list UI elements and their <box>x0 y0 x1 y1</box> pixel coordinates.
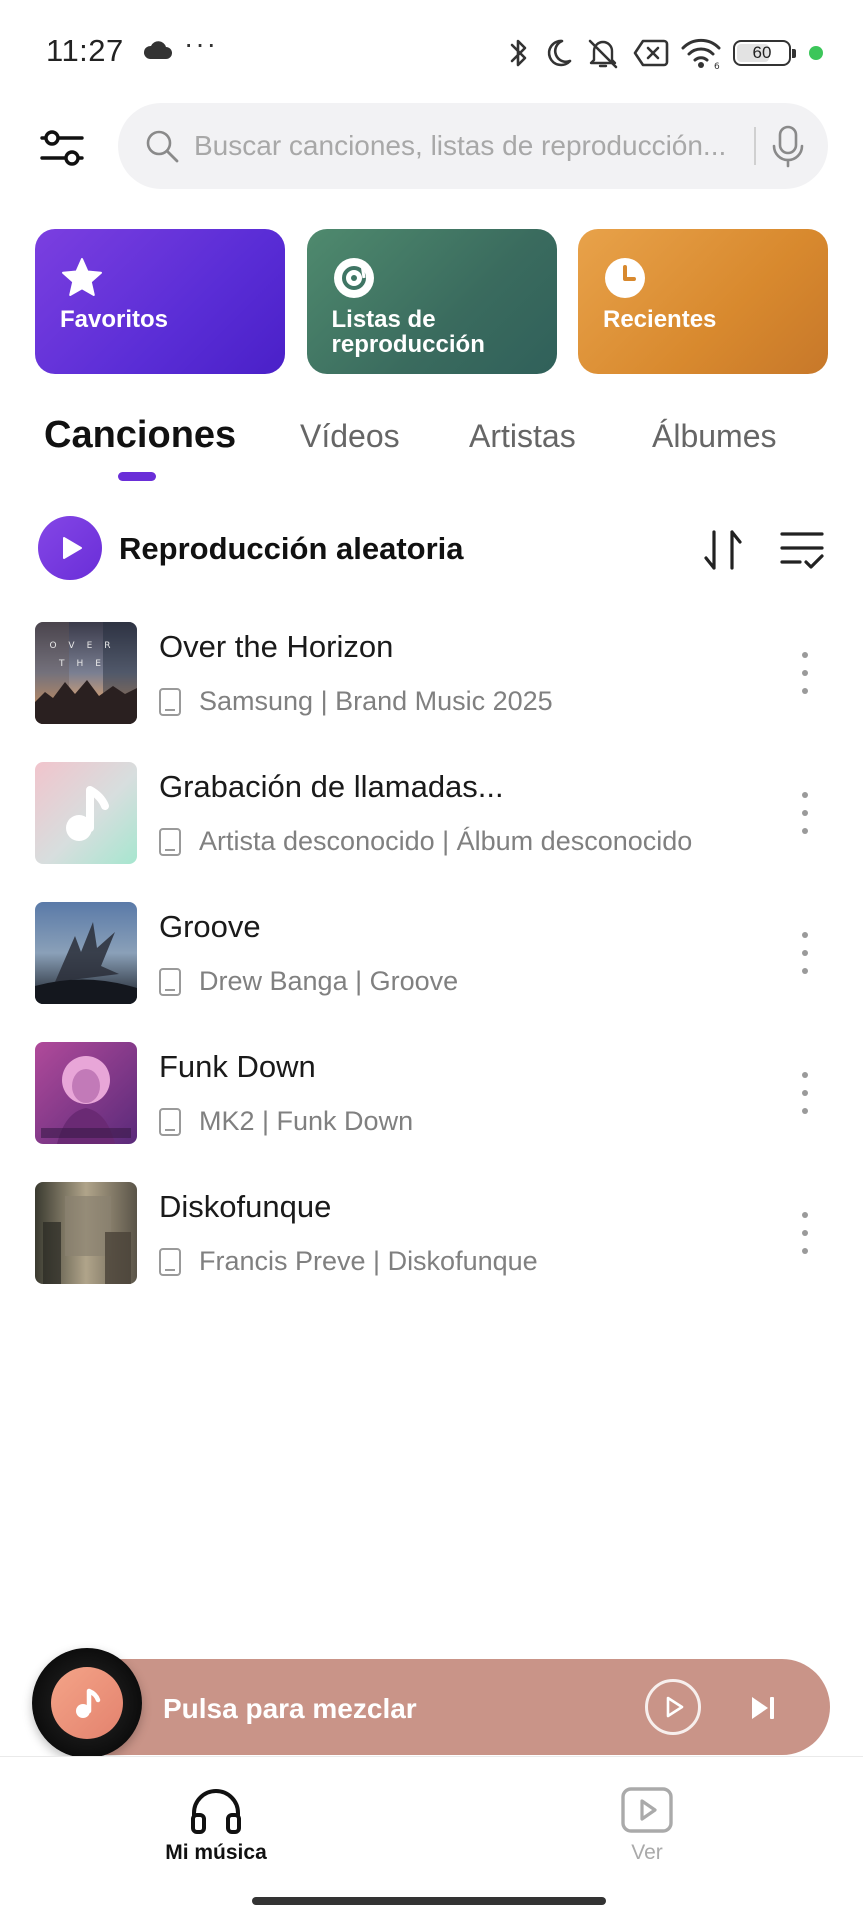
battery-icon: 60 <box>733 40 796 66</box>
mute-bell-icon <box>588 39 618 69</box>
song-meta: Samsung | Brand Music 2025 <box>159 686 553 717</box>
microphone-icon[interactable] <box>770 124 806 168</box>
song-title: Grabación de llamadas... <box>159 769 504 804</box>
svg-text:OVER: OVER <box>49 641 122 651</box>
song-meta: Artista desconocido | Álbum desconocido <box>159 826 692 857</box>
privacy-indicator-dot <box>809 46 823 60</box>
song-title: Groove <box>159 909 261 944</box>
recents-card-label: Recientes <box>603 306 717 333</box>
video-play-icon <box>621 1787 673 1833</box>
tab-songs[interactable]: Canciones <box>44 414 236 457</box>
star-icon <box>62 258 102 296</box>
song-title: Diskofunque <box>159 1189 332 1224</box>
active-tab-indicator <box>118 472 156 481</box>
filter-button[interactable] <box>36 122 88 174</box>
headphones-icon <box>191 1789 241 1834</box>
shuffle-row: Reproducción aleatoria <box>38 516 828 582</box>
nav-watch-label: Ver <box>631 1841 663 1864</box>
song-meta: Francis Preve | Diskofunque <box>159 1246 538 1277</box>
mini-player-label[interactable]: Pulsa para mezclar <box>163 1693 417 1725</box>
phone-storage-icon <box>159 687 181 716</box>
song-artist-album: MK2 | Funk Down <box>199 1106 414 1136</box>
album-cover <box>35 762 137 864</box>
library-tabs: Canciones Vídeos Artistas Álbumes <box>44 410 844 490</box>
status-bar: 11:27 ··· 6 60 <box>0 0 863 104</box>
song-row[interactable]: Groove Drew Banga | Groove <box>0 896 863 1036</box>
multi-select-icon[interactable] <box>778 528 826 572</box>
wifi-icon: 6 <box>681 38 721 70</box>
tab-albums[interactable]: Álbumes <box>652 418 777 455</box>
song-title: Over the Horizon <box>159 629 394 664</box>
nav-my-music[interactable]: Mi música <box>136 1785 296 1865</box>
album-cover <box>35 1182 137 1284</box>
svg-text:THE: THE <box>58 659 113 669</box>
moon-icon <box>547 39 572 67</box>
more-options-button[interactable] <box>790 646 820 700</box>
song-artist-album: Drew Banga | Groove <box>199 966 459 996</box>
search-icon <box>146 130 179 163</box>
music-note-icon <box>76 1688 101 1718</box>
shuffle-label[interactable]: Reproducción aleatoria <box>119 531 464 567</box>
song-artist-album: Samsung | Brand Music 2025 <box>199 686 553 716</box>
more-options-button[interactable] <box>790 1066 820 1120</box>
mini-player[interactable] <box>34 1659 830 1755</box>
album-cover <box>35 902 137 1004</box>
category-cards: Favoritos Listas de reproducción Recient… <box>35 229 828 374</box>
play-icon <box>666 1696 684 1718</box>
more-status-icon: ··· <box>184 28 218 59</box>
cloud-icon <box>143 41 172 59</box>
playlists-card-label: Listas de reproducción <box>331 306 485 358</box>
svg-text:6: 6 <box>714 62 720 70</box>
bluetooth-icon <box>510 39 527 67</box>
tab-artists[interactable]: Artistas <box>469 418 576 455</box>
playlists-card[interactable]: Listas de reproducción <box>306 229 557 374</box>
phone-storage-icon <box>159 1247 181 1276</box>
song-row[interactable]: Grabación de llamadas... Artista descono… <box>0 756 863 896</box>
no-sim-icon <box>633 39 669 67</box>
nav-watch[interactable]: Ver <box>567 1785 727 1865</box>
tab-videos[interactable]: Vídeos <box>300 418 400 455</box>
song-list: OVER THE Over the Horizon Samsung | Bran… <box>0 616 863 1316</box>
more-options-button[interactable] <box>790 926 820 980</box>
nav-my-music-label: Mi música <box>165 1841 267 1864</box>
song-artist-album: Artista desconocido | Álbum desconocido <box>199 826 693 856</box>
search-divider <box>754 127 756 165</box>
bottom-navigation: Mi música Ver <box>0 1756 863 1920</box>
phone-storage-icon <box>159 827 181 856</box>
vinyl-label <box>51 1667 123 1739</box>
status-icons: 6 60 <box>507 33 823 73</box>
search-input[interactable] <box>194 116 754 176</box>
clock-icon <box>605 258 645 298</box>
phone-storage-icon <box>159 1107 181 1136</box>
favorites-card[interactable]: Favoritos <box>35 229 285 374</box>
album-cover <box>35 1042 137 1144</box>
song-meta: MK2 | Funk Down <box>159 1106 413 1137</box>
phone-storage-icon <box>159 967 181 996</box>
vinyl-disc[interactable] <box>32 1648 142 1758</box>
song-meta: Drew Banga | Groove <box>159 966 458 997</box>
disc-icon <box>333 258 374 298</box>
song-row[interactable]: Diskofunque Francis Preve | Diskofunque <box>0 1176 863 1316</box>
battery-level: 60 <box>752 43 772 62</box>
song-row[interactable]: Funk Down MK2 | Funk Down <box>0 1036 863 1176</box>
favorites-card-label: Favoritos <box>60 306 169 333</box>
recents-card[interactable]: Recientes <box>578 229 828 374</box>
song-row[interactable]: OVER THE Over the Horizon Samsung | Bran… <box>0 616 863 756</box>
sliders-icon <box>40 130 84 166</box>
shuffle-play-button[interactable] <box>38 516 102 580</box>
status-time: 11:27 <box>46 33 124 68</box>
album-cover: OVER THE <box>35 622 137 724</box>
more-options-button[interactable] <box>790 1206 820 1260</box>
home-indicator[interactable] <box>252 1897 606 1905</box>
song-title: Funk Down <box>159 1049 316 1084</box>
more-options-button[interactable] <box>790 786 820 840</box>
skip-next-icon[interactable] <box>748 1693 778 1723</box>
sort-icon[interactable] <box>700 526 748 574</box>
song-artist-album: Francis Preve | Diskofunque <box>199 1246 538 1276</box>
play-icon <box>63 537 82 559</box>
mini-play-button[interactable] <box>645 1679 701 1735</box>
search-bar[interactable] <box>118 103 828 189</box>
